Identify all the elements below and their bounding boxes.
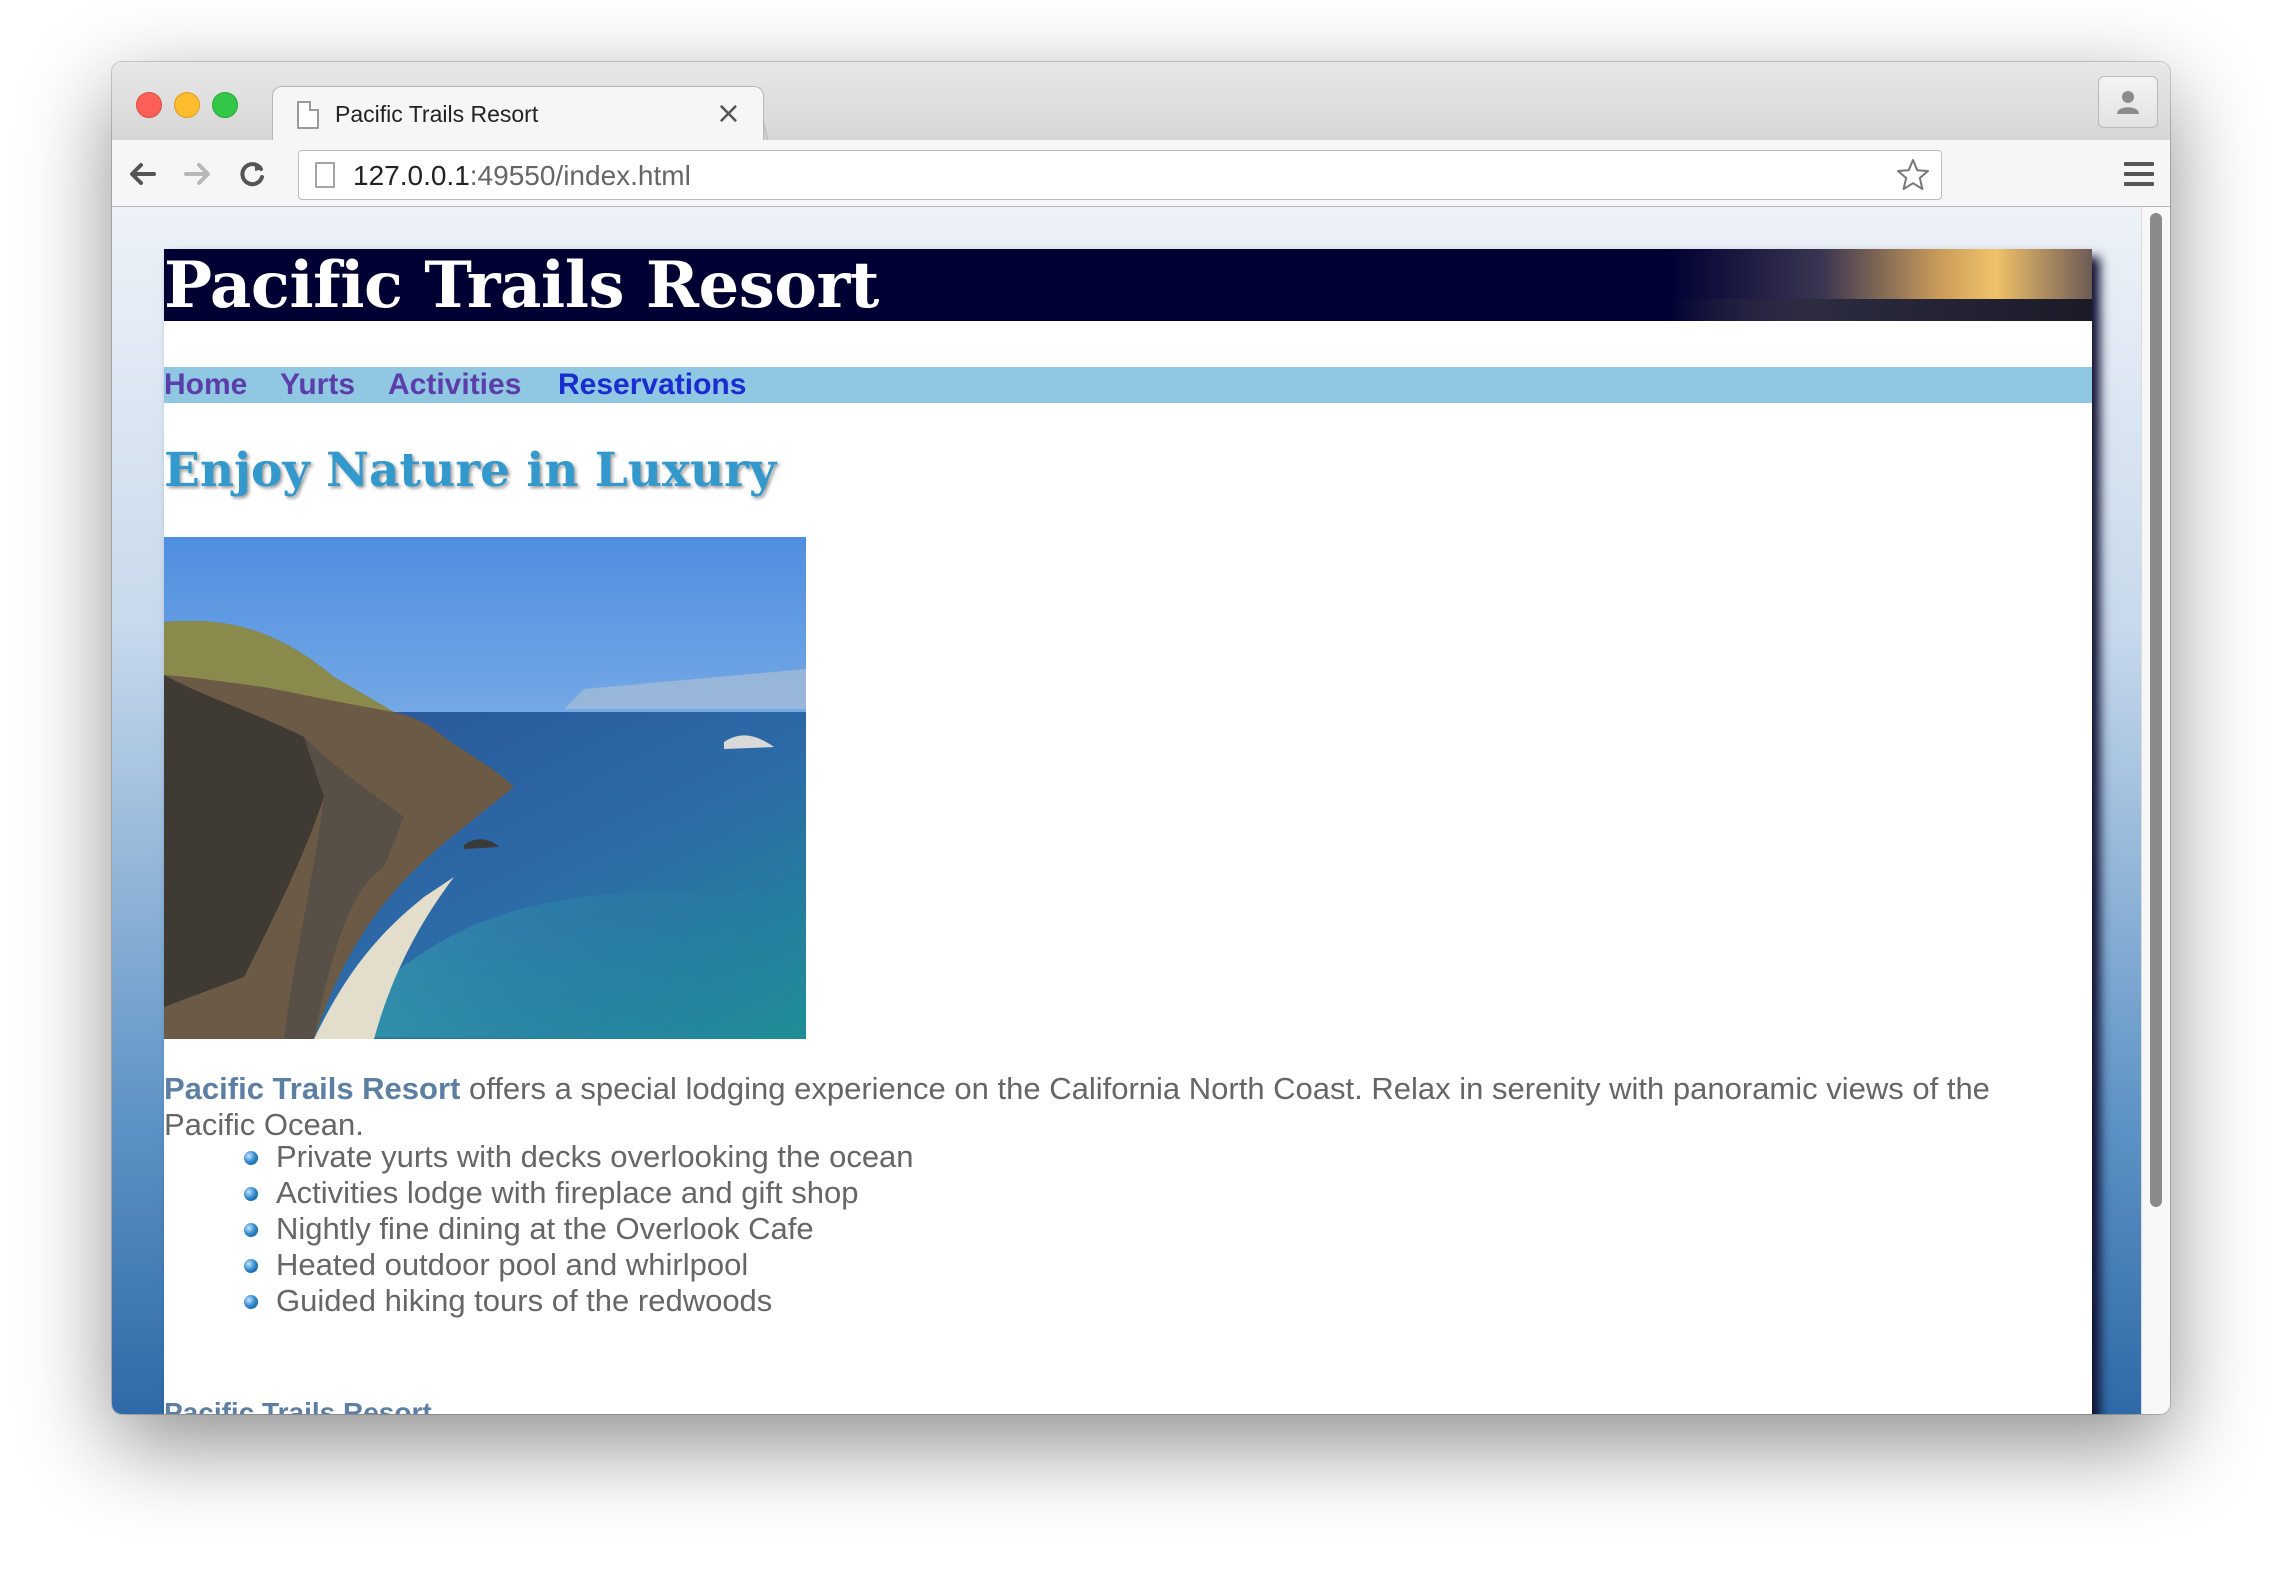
header-banner: Pacific Trails Resort <box>164 248 2092 323</box>
contact-resort-name: Pacific Trails Resort <box>164 1397 432 1414</box>
site-title: Pacific Trails Resort <box>164 248 879 323</box>
list-item: Heated outdoor pool and whirlpool <box>244 1247 914 1283</box>
nav-link-reservations[interactable]: Reservations <box>558 367 746 403</box>
feature-list: Private yurts with decks overlooking the… <box>244 1139 914 1319</box>
close-window-button[interactable] <box>136 92 162 118</box>
vertical-scrollbar[interactable] <box>2141 207 2170 1414</box>
url-text: 127.0.0.1:49550/index.html <box>353 160 691 191</box>
intro-paragraph: Pacific Trails Resort offers a special l… <box>164 1071 2084 1143</box>
page-icon <box>297 101 319 129</box>
zoom-window-button[interactable] <box>212 92 238 118</box>
page-headline: Enjoy Nature in Luxury <box>164 443 777 498</box>
reload-icon[interactable] <box>236 158 268 190</box>
page-viewport: Pacific Trails Resort Home Yurts Activit… <box>112 207 2142 1414</box>
menu-icon[interactable] <box>2124 162 2154 192</box>
tab-close-icon[interactable]: × <box>716 96 741 131</box>
list-item: Nightly fine dining at the Overlook Cafe <box>244 1211 914 1247</box>
nav-link-home[interactable]: Home <box>164 367 247 403</box>
page-icon <box>315 162 335 188</box>
intro-resort-name: Pacific Trails Resort <box>164 1071 461 1106</box>
browser-toolbar: 127.0.0.1:49550/index.html <box>112 140 2170 207</box>
browser-tab[interactable]: Pacific Trails Resort × <box>272 86 764 143</box>
scrollbar-thumb[interactable] <box>2150 213 2162 1207</box>
main-nav: Home Yurts Activities Reservations <box>164 367 2092 403</box>
bookmark-star-icon[interactable] <box>1895 157 1931 193</box>
nav-link-yurts[interactable]: Yurts <box>280 367 355 403</box>
coastline-photo <box>164 537 806 1039</box>
minimize-window-button[interactable] <box>174 92 200 118</box>
page-container: Pacific Trails Resort Home Yurts Activit… <box>164 248 2092 1414</box>
user-icon <box>2117 91 2139 114</box>
tab-title: Pacific Trails Resort <box>335 101 539 127</box>
list-item: Activities lodge with fireplace and gift… <box>244 1175 914 1211</box>
nav-link-activities[interactable]: Activities <box>388 367 521 403</box>
tab-strip: Pacific Trails Resort × <box>112 62 2170 143</box>
list-item: Private yurts with decks overlooking the… <box>244 1139 914 1175</box>
back-arrow-icon[interactable] <box>126 158 158 190</box>
forward-arrow-icon[interactable] <box>182 158 214 190</box>
browser-window: Pacific Trails Resort × 127.0.0.1:49550/… <box>112 62 2170 1414</box>
profile-button[interactable] <box>2098 76 2158 128</box>
list-item: Guided hiking tours of the redwoods <box>244 1283 914 1319</box>
address-bar[interactable]: 127.0.0.1:49550/index.html <box>298 150 1942 200</box>
